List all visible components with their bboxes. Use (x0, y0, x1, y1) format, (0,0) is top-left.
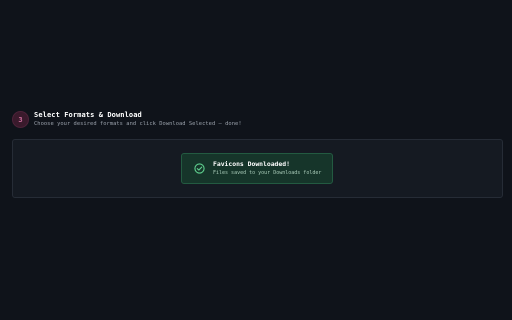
step-description: Choose your desired formats and click Do… (34, 120, 242, 127)
step-number-badge: 3 (12, 111, 29, 128)
check-circle-icon (194, 163, 205, 174)
page: 3 Select Formats & Download Choose your … (0, 0, 512, 320)
step-text: Select Formats & Download Choose your de… (34, 110, 242, 127)
step-title: Select Formats & Download (34, 110, 142, 119)
toast-message: Files saved to your Downloads folder (213, 170, 322, 177)
step-header: 3 Select Formats & Download Choose your … (12, 111, 242, 128)
success-toast: Favicons Downloaded! Files saved to your… (181, 153, 333, 184)
toast-title: Favicons Downloaded! (213, 159, 290, 168)
toast-text: Favicons Downloaded! Files saved to your… (213, 159, 322, 177)
